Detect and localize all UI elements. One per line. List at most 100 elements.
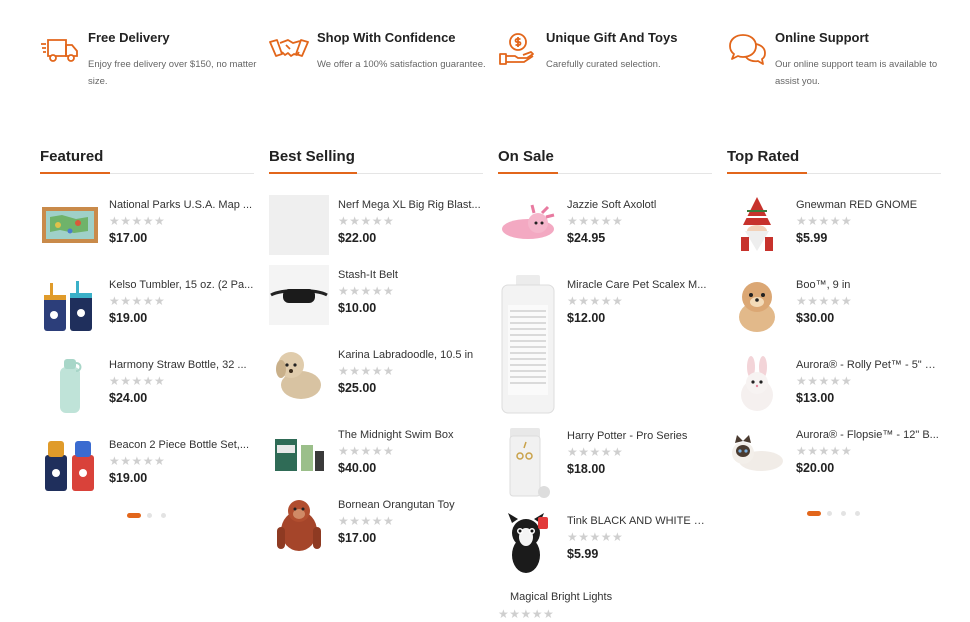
product-thumbnail[interactable] bbox=[40, 355, 100, 415]
column-title[interactable]: Top Rated bbox=[727, 148, 799, 165]
product-item[interactable]: Tink BLACK AND WHITE DOG ★★★★★ $5.99 bbox=[498, 511, 712, 573]
product-name[interactable]: Tink BLACK AND WHITE DOG bbox=[567, 515, 712, 527]
product-price: $5.99 bbox=[567, 547, 599, 561]
rating-stars: ★★★★★ bbox=[567, 530, 624, 544]
product-thumbnail[interactable] bbox=[269, 425, 329, 485]
product-name[interactable]: Harmony Straw Bottle, 32 ... bbox=[109, 359, 254, 371]
product-thumbnail[interactable] bbox=[269, 265, 329, 325]
product-item[interactable]: National Parks U.S.A. Map ... ★★★★★ $17.… bbox=[40, 195, 254, 257]
feature-title: Free Delivery bbox=[88, 30, 170, 45]
product-price: $10.00 bbox=[338, 301, 377, 315]
product-item[interactable]: Miracle Care Pet Scalex M... ★★★★★ $12.0… bbox=[498, 275, 712, 414]
product-name[interactable]: Miracle Care Pet Scalex M... bbox=[567, 279, 712, 291]
pagination-dot[interactable] bbox=[147, 513, 152, 518]
product-name[interactable]: Bornean Orangutan Toy bbox=[338, 499, 483, 511]
product-item[interactable]: Kelso Tumbler, 15 oz. (2 Pa... ★★★★★ $19… bbox=[40, 275, 254, 337]
product-price: $13.00 bbox=[796, 391, 835, 405]
product-price: $5.99 bbox=[796, 231, 828, 245]
product-price: $22.00 bbox=[338, 231, 377, 245]
product-name[interactable]: Harry Potter - Pro Series bbox=[567, 430, 712, 442]
product-item[interactable]: The Midnight Swim Box ★★★★★ $40.00 bbox=[269, 425, 483, 487]
product-name[interactable]: Aurora® - Flopsie™ - 12" B... bbox=[796, 429, 941, 441]
product-name[interactable]: Stash-It Belt bbox=[338, 269, 483, 281]
column-title[interactable]: On Sale bbox=[498, 148, 554, 165]
rating-stars: ★★★★★ bbox=[498, 607, 555, 621]
pagination-dot-active[interactable] bbox=[807, 511, 821, 516]
product-item[interactable]: Beacon 2 Piece Bottle Set,... ★★★★★ $19.… bbox=[40, 435, 254, 497]
rating-stars: ★★★★★ bbox=[796, 374, 853, 388]
product-price: $18.00 bbox=[567, 462, 606, 476]
product-thumbnail[interactable] bbox=[727, 275, 787, 335]
pagination-dot-active[interactable] bbox=[127, 513, 141, 518]
product-name[interactable]: Gnewman RED GNOME bbox=[796, 199, 941, 211]
product-item[interactable]: Harry Potter - Pro Series ★★★★★ $18.00 bbox=[498, 426, 712, 498]
product-name[interactable]: Beacon 2 Piece Bottle Set,... bbox=[109, 439, 254, 451]
product-thumbnail[interactable] bbox=[727, 355, 787, 415]
product-item[interactable]: Magical Bright Lights ★★★★★ bbox=[498, 586, 712, 622]
column-header: Featured bbox=[40, 148, 254, 174]
chat-bubbles-icon bbox=[729, 34, 766, 65]
product-thumbnail[interactable] bbox=[498, 426, 558, 500]
product-name[interactable]: Magical Bright Lights bbox=[510, 591, 655, 603]
product-item[interactable]: Stash-It Belt ★★★★★ $10.00 bbox=[269, 265, 483, 327]
rating-stars: ★★★★★ bbox=[109, 294, 166, 308]
product-item[interactable]: Bornean Orangutan Toy ★★★★★ $17.00 bbox=[269, 495, 483, 557]
handshake-icon bbox=[269, 39, 309, 57]
product-item[interactable]: Karina Labradoodle, 10.5 in ★★★★★ $25.00 bbox=[269, 345, 483, 407]
column-title[interactable]: Best Selling bbox=[269, 148, 355, 165]
product-item[interactable]: Harmony Straw Bottle, 32 ... ★★★★★ $24.0… bbox=[40, 355, 254, 417]
product-name[interactable]: Jazzie Soft Axolotl bbox=[567, 199, 712, 211]
product-price: $19.00 bbox=[109, 471, 148, 485]
feature-description: Carefully curated selection. bbox=[546, 59, 661, 70]
best-selling-column: Best Selling Nerf Mega XL Big Rig Blast.… bbox=[269, 148, 483, 551]
rating-stars: ★★★★★ bbox=[567, 214, 624, 228]
rating-stars: ★★★★★ bbox=[338, 364, 395, 378]
pagination-dot[interactable] bbox=[161, 513, 166, 518]
pagination-dot[interactable] bbox=[841, 511, 846, 516]
product-thumbnail[interactable] bbox=[40, 195, 100, 255]
rating-stars: ★★★★★ bbox=[567, 445, 624, 459]
product-item[interactable]: Aurora® - Flopsie™ - 12" B... ★★★★★ $20.… bbox=[727, 425, 941, 487]
product-name[interactable]: Aurora® - Rolly Pet™ - 5" B... bbox=[796, 359, 941, 371]
product-price: $25.00 bbox=[338, 381, 377, 395]
feature-description: Enjoy free delivery over $150, no matter… bbox=[88, 59, 257, 87]
product-name[interactable]: Nerf Mega XL Big Rig Blast... bbox=[338, 199, 483, 211]
product-price: $19.00 bbox=[109, 311, 148, 325]
product-item[interactable]: Boo™, 9 in ★★★★★ $30.00 bbox=[727, 275, 941, 337]
product-price: $17.00 bbox=[109, 231, 148, 245]
title-underline bbox=[498, 172, 558, 174]
product-item[interactable]: Gnewman RED GNOME ★★★★★ $5.99 bbox=[727, 195, 941, 257]
product-thumbnail[interactable] bbox=[269, 345, 329, 405]
product-thumbnail[interactable] bbox=[40, 275, 100, 335]
product-price: $24.00 bbox=[109, 391, 148, 405]
delivery-truck-icon bbox=[41, 39, 78, 62]
pagination-dot[interactable] bbox=[827, 511, 832, 516]
column-title[interactable]: Featured bbox=[40, 148, 103, 165]
product-thumbnail[interactable] bbox=[498, 195, 558, 255]
product-thumbnail[interactable] bbox=[727, 425, 787, 485]
product-item[interactable]: Aurora® - Rolly Pet™ - 5" B... ★★★★★ $13… bbox=[727, 355, 941, 417]
product-name[interactable]: National Parks U.S.A. Map ... bbox=[109, 199, 254, 211]
pagination-dot[interactable] bbox=[855, 511, 860, 516]
feature-title: Shop With Confidence bbox=[317, 30, 456, 45]
product-thumbnail[interactable] bbox=[498, 511, 558, 577]
product-name[interactable]: Boo™, 9 in bbox=[796, 279, 941, 291]
rating-stars: ★★★★★ bbox=[796, 214, 853, 228]
rating-stars: ★★★★★ bbox=[109, 214, 166, 228]
product-thumbnail-placeholder[interactable] bbox=[269, 195, 329, 255]
product-name[interactable]: The Midnight Swim Box bbox=[338, 429, 483, 441]
column-header: On Sale bbox=[498, 148, 712, 174]
top-rated-column: Top Rated Gnewman RED GNOME ★★★★★ $5.99 … bbox=[727, 148, 941, 516]
product-item[interactable]: Nerf Mega XL Big Rig Blast... ★★★★★ $22.… bbox=[269, 195, 483, 257]
product-name[interactable]: Karina Labradoodle, 10.5 in bbox=[338, 349, 483, 361]
product-thumbnail[interactable] bbox=[498, 275, 558, 415]
rating-stars: ★★★★★ bbox=[338, 284, 395, 298]
product-thumbnail[interactable] bbox=[269, 495, 329, 555]
featured-column: Featured National Parks U.S.A. Map ... ★… bbox=[40, 148, 254, 518]
product-thumbnail[interactable] bbox=[727, 195, 787, 255]
product-price: $30.00 bbox=[796, 311, 835, 325]
product-thumbnail[interactable] bbox=[40, 435, 100, 495]
product-name[interactable]: Kelso Tumbler, 15 oz. (2 Pa... bbox=[109, 279, 254, 291]
product-item[interactable]: Jazzie Soft Axolotl ★★★★★ $24.95 bbox=[498, 195, 712, 257]
rating-stars: ★★★★★ bbox=[109, 454, 166, 468]
